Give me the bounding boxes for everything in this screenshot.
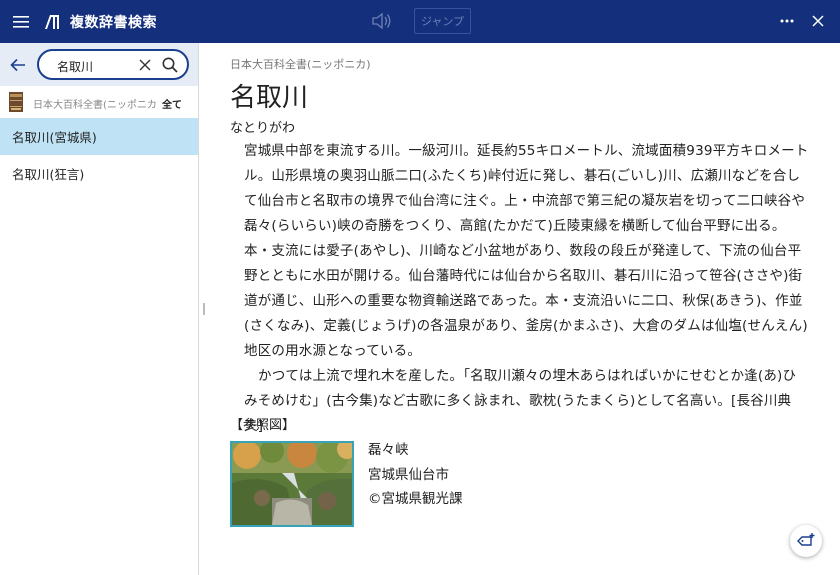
note-add-icon[interactable] — [790, 525, 822, 557]
back-arrow-icon[interactable] — [6, 54, 30, 76]
hamburger-menu-icon[interactable] — [0, 0, 42, 43]
close-icon[interactable] — [808, 10, 828, 32]
result-item-kyogen[interactable]: 名取川(狂言) — [0, 155, 198, 192]
title-bar: 複数辞書検索 ジャンプ — [0, 0, 840, 43]
figure-thumbnail[interactable] — [230, 441, 354, 527]
figure-caption: 磊々峡 宮城県仙台市 ©宮城県観光課 — [368, 438, 463, 512]
search-input[interactable]: 名取川 — [37, 49, 189, 80]
figure-caption-line-1: 磊々峡 — [368, 442, 409, 458]
results-pane: 名取川 日本大百科全書(ニッポニカ) 全て 名取川(宮城県) 名取川(狂言) — [0, 43, 199, 575]
search-icon[interactable] — [161, 56, 179, 74]
app-logo-icon — [40, 0, 64, 43]
dictionary-filter-row[interactable]: 日本大百科全書(ニッポニカ) 全て — [0, 86, 198, 118]
more-horizontal-icon[interactable] — [776, 10, 798, 32]
clear-icon[interactable] — [137, 57, 153, 73]
article-paragraph-1: 宮城県中部を東流する川。一級河川。延長約55キロメートル、流域面積939平方キロ… — [244, 143, 809, 359]
result-item-miyagi[interactable]: 名取川(宮城県) — [0, 118, 198, 155]
reference-figures-label: 【参照図】 — [230, 418, 296, 433]
figure-caption-line-3: ©宮城県観光課 — [368, 491, 463, 507]
search-query[interactable]: 名取川 — [57, 58, 93, 75]
dictionary-name: 日本大百科全書(ニッポニカ) — [33, 100, 157, 111]
book-icon — [9, 92, 23, 112]
article-pane: 日本大百科全書(ニッポニカ) 名取川 なとりがわ 宮城県中部を東流する川。一級河… — [200, 43, 840, 575]
article-headword: 名取川 — [230, 83, 309, 113]
speaker-icon[interactable] — [371, 11, 393, 31]
search-bar: 名取川 — [0, 43, 198, 86]
article-paragraph-2: かつては上流で埋れ木を産した。「名取川瀬々の埋木あらはればいかにせむとか逢(あ)… — [244, 368, 797, 434]
article-source: 日本大百科全書(ニッポニカ) — [230, 58, 371, 71]
app-title: 複数辞書検索 — [70, 14, 157, 31]
jump-button[interactable]: ジャンプ — [414, 8, 471, 34]
article-reading: なとりがわ — [230, 121, 296, 136]
figure-caption-line-2: 宮城県仙台市 — [368, 466, 449, 483]
article-body: 宮城県中部を東流する川。一級河川。延長約55キロメートル、流域面積939平方キロ… — [244, 139, 809, 439]
filter-all-button[interactable]: 全て — [162, 96, 182, 111]
